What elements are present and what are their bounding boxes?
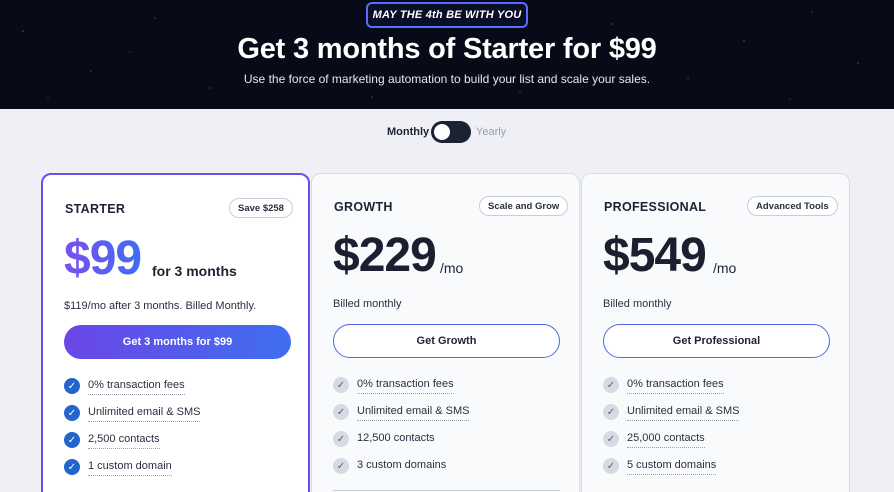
check-circle-icon: ✓ [64, 459, 80, 475]
feature-item: ✓ 0% transaction fees [603, 376, 833, 403]
feature-text[interactable]: 2,500 contacts [88, 431, 160, 449]
check-circle-icon: ✓ [603, 431, 619, 447]
plan-card-starter: STARTER Save $258 $99 for 3 months $119/… [41, 173, 310, 492]
plan-name: STARTER [65, 202, 126, 216]
feature-item: ✓ 12,500 contacts [333, 430, 563, 457]
feature-text[interactable]: 1 custom domain [88, 458, 172, 476]
plan-price: $229 [333, 229, 437, 282]
plan-tag: Save $258 [229, 198, 293, 218]
hero-title: Get 3 months of Starter for $99 [237, 33, 657, 65]
plan-card-growth: GROWTH Scale and Grow $229 /mo Billed mo… [311, 173, 580, 492]
plan-features: ✓ 0% transaction fees ✓ Unlimited email … [603, 376, 833, 484]
feature-item: ✓ 25,000 contacts [603, 430, 833, 457]
check-circle-icon: ✓ [603, 458, 619, 474]
plan-price: $549 [603, 229, 707, 282]
plan-price-suffix: for 3 months [152, 263, 237, 279]
check-circle-icon: ✓ [64, 378, 80, 394]
toggle-knob [434, 124, 450, 140]
plan-card-professional: PROFESSIONAL Advanced Tools $549 /mo Bil… [581, 173, 850, 492]
feature-text[interactable]: 0% transaction fees [357, 376, 454, 394]
plan-billing-note: Billed monthly [603, 298, 672, 310]
promo-badge: MAY THE 4th BE WITH YOU [366, 2, 528, 28]
plan-name: PROFESSIONAL [604, 200, 707, 214]
plan-billing-note: $119/mo after 3 months. Billed Monthly. [64, 300, 257, 312]
feature-text[interactable]: 0% transaction fees [627, 376, 724, 394]
feature-text[interactable]: Unlimited email & SMS [88, 404, 201, 422]
feature-text[interactable]: Unlimited email & SMS [627, 403, 740, 421]
check-circle-icon: ✓ [333, 377, 349, 393]
plan-price: $99 [64, 232, 142, 285]
plan-tag: Scale and Grow [479, 196, 569, 216]
feature-item: ✓ 3 custom domains [333, 457, 563, 484]
get-growth-button[interactable]: Get Growth [333, 324, 560, 358]
plan-price-suffix: /mo [440, 260, 464, 276]
plan-billing-note: Billed monthly [333, 298, 402, 310]
plan-features: ✓ 0% transaction fees ✓ Unlimited email … [64, 377, 294, 485]
toggle-label-yearly[interactable]: Yearly [476, 126, 506, 138]
billing-toggle-switch[interactable] [431, 121, 471, 143]
feature-item: ✓ 5 custom domains [603, 457, 833, 484]
hero-banner: MAY THE 4th BE WITH YOU Get 3 months of … [0, 0, 894, 109]
feature-item: ✓ 0% transaction fees [64, 377, 294, 404]
check-circle-icon: ✓ [64, 405, 80, 421]
billing-toggle: Monthly Yearly [0, 121, 894, 143]
feature-item: ✓ Unlimited email & SMS [333, 403, 563, 430]
check-circle-icon: ✓ [333, 431, 349, 447]
feature-item: ✓ Unlimited email & SMS [64, 404, 294, 431]
plan-features: ✓ 0% transaction fees ✓ Unlimited email … [333, 376, 563, 484]
feature-item: ✓ 2,500 contacts [64, 431, 294, 458]
feature-item: ✓ 0% transaction fees [333, 376, 563, 403]
plan-tag: Advanced Tools [747, 196, 838, 216]
plan-price-suffix: /mo [713, 260, 737, 276]
check-circle-icon: ✓ [64, 432, 80, 448]
feature-text[interactable]: 0% transaction fees [88, 377, 185, 395]
toggle-label-monthly[interactable]: Monthly [387, 126, 429, 138]
check-circle-icon: ✓ [603, 377, 619, 393]
get-professional-button[interactable]: Get Professional [603, 324, 830, 358]
check-circle-icon: ✓ [333, 404, 349, 420]
feature-text: 3 custom domains [357, 459, 447, 471]
feature-text[interactable]: 25,000 contacts [627, 430, 705, 448]
feature-text: 12,500 contacts [357, 432, 435, 444]
check-circle-icon: ✓ [603, 404, 619, 420]
check-circle-icon: ✓ [333, 458, 349, 474]
feature-item: ✓ 1 custom domain [64, 458, 294, 485]
feature-text[interactable]: Unlimited email & SMS [357, 403, 470, 421]
hero-subtitle: Use the force of marketing automation to… [243, 72, 651, 86]
plan-name: GROWTH [334, 200, 393, 214]
feature-text[interactable]: 5 custom domains [627, 457, 717, 475]
get-starter-button[interactable]: Get 3 months for $99 [64, 325, 291, 359]
feature-item: ✓ Unlimited email & SMS [603, 403, 833, 430]
card-divider [333, 490, 560, 491]
